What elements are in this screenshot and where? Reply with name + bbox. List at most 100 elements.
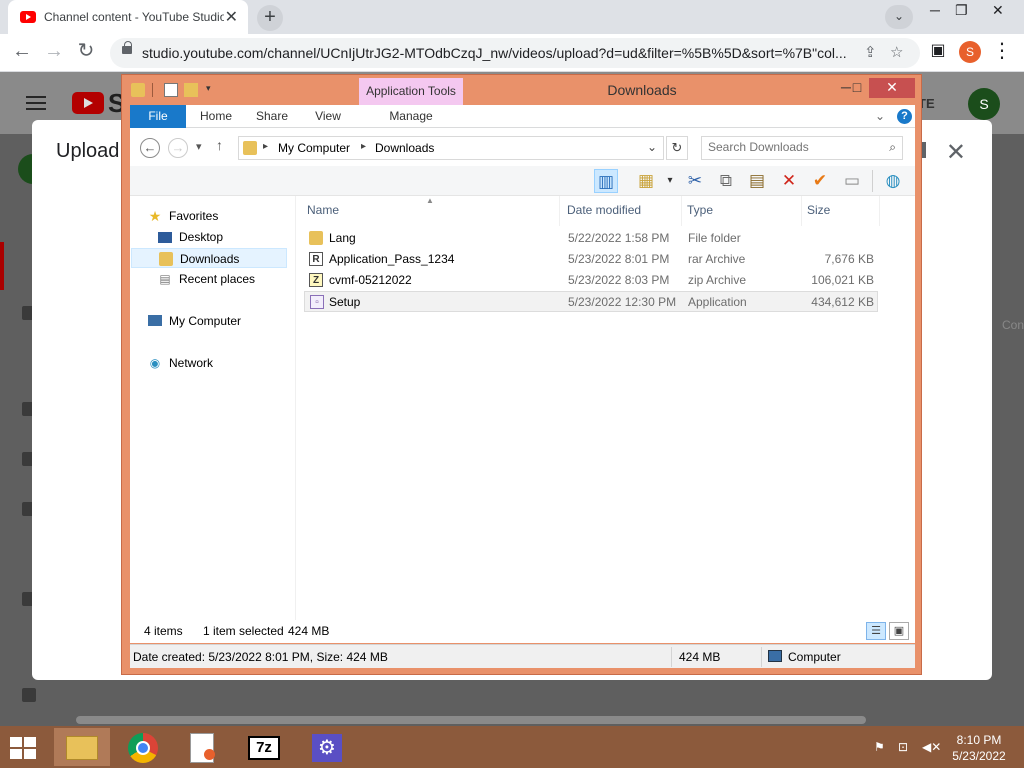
window-restore-button[interactable]: ❐ [955,2,968,19]
window-close-button[interactable]: ✕ [992,2,1004,19]
back-arrow-icon[interactable]: ← [10,40,34,64]
delete-icon[interactable]: ✕ [777,169,801,193]
profile-avatar[interactable]: S [959,41,981,63]
windows-taskbar: 7z ⚙ ⚑ ⊡ ◀✕ 8:10 PM 5/23/2022 [0,726,1024,768]
details-view-icon[interactable]: ☰ [866,622,886,640]
details-info: Date created: 5/23/2022 8:01 PM, Size: 4… [133,650,388,664]
explorer-address-bar[interactable]: ▸ My Computer ▸ Downloads ⌄ [238,136,664,160]
breadcrumb-downloads[interactable]: Downloads [375,141,434,155]
application-icon: ▫ [310,295,324,309]
explorer-folder-icon[interactable] [131,83,145,97]
selection-count: 1 item selected [203,624,284,638]
search-downloads-box[interactable]: ⌕ [701,136,903,160]
start-windows-icon[interactable] [10,737,38,759]
bookmark-star-icon[interactable]: ☆ [890,43,903,61]
side-panel-icon[interactable]: ▣ [926,40,950,64]
preview-pane-icon[interactable]: ▥ [594,169,618,193]
taskbar-document-app[interactable] [175,728,231,766]
refresh-icon[interactable]: ↻ [666,136,688,160]
explorer-back-icon[interactable]: ← [140,138,160,158]
up-arrow-icon[interactable]: ↑ [216,137,223,153]
details-size: 424 MB [679,650,721,664]
recent-locations-chevron-icon[interactable]: ▾ [196,140,202,153]
address-dropdown-chevron-icon[interactable]: ⌄ [647,140,657,154]
action-center-flag-icon[interactable]: ⚑ [874,740,885,754]
taskbar-file-explorer[interactable] [54,728,110,766]
sidebar-feedback-icon[interactable] [22,688,36,702]
expand-ribbon-chevron-icon[interactable]: ⌄ [875,109,885,123]
downloads-folder-icon [159,252,173,266]
channel-avatar[interactable]: S [968,88,1000,120]
properties-folder-icon[interactable]: ▦ [634,169,658,193]
explorer-forward-icon[interactable]: → [168,138,188,158]
paste-icon[interactable]: ▤ [745,169,769,193]
desktop-icon [158,232,172,243]
large-icons-view-icon[interactable]: ▣ [889,622,909,640]
hamburger-menu-icon[interactable] [26,96,46,98]
search-input[interactable] [708,140,873,154]
breadcrumb-chevron-icon[interactable]: ▸ [361,141,366,152]
tab-home[interactable]: Home [192,105,240,128]
column-header-date-modified[interactable]: Date modified [564,196,682,226]
tab-manage[interactable]: Manage [360,105,462,128]
rename-icon[interactable]: ▭ [840,169,864,193]
nav-network[interactable]: ◉ Network [148,353,288,373]
checkmark-icon[interactable]: ✔ [808,169,832,193]
explorer-close-button[interactable]: ✕ [869,78,915,98]
customize-toolbar-icon[interactable]: ▾ [206,83,220,97]
nav-desktop[interactable]: Desktop [158,227,288,247]
reload-icon[interactable]: ↻ [74,40,98,64]
column-header-size[interactable]: Size [804,196,880,226]
taskbar-7zip[interactable]: 7z [236,728,292,766]
file-row-application-pass[interactable]: R Application_Pass_1234 5/23/2022 8:01 P… [304,249,878,270]
nav-downloads-label: Downloads [180,252,240,266]
explorer-title-bar[interactable]: ▾ Application Tools Downloads ─ □ ✕ [122,75,921,105]
new-tab-button[interactable]: + [257,5,283,31]
tab-view[interactable]: View [306,105,350,128]
file-date: 5/23/2022 8:03 PM [568,273,670,287]
file-name: Application_Pass_1234 [329,252,455,266]
share-icon[interactable]: ⇪ [864,43,877,61]
tab-file[interactable]: File [130,105,186,128]
horizontal-scrollbar[interactable] [76,716,866,724]
file-row-cvmf[interactable]: Z cvmf-05212022 5/23/2022 8:03 PM zip Ar… [304,270,878,291]
network-tray-icon[interactable]: ⊡ [898,740,908,754]
globe-icon[interactable]: ◍ [881,169,905,193]
file-row-lang[interactable]: Lang 5/22/2022 1:58 PM File folder [304,228,878,249]
taskbar-chrome[interactable] [115,728,171,766]
file-explorer-icon [66,736,98,760]
column-header-type[interactable]: Type [684,196,802,226]
nav-downloads[interactable]: Downloads [131,248,287,268]
youtube-logo-icon[interactable] [72,92,104,114]
tab-close-icon[interactable]: ✕ [225,7,238,27]
properties-icon[interactable] [164,83,178,97]
breadcrumb-chevron-icon[interactable]: ▸ [263,141,268,152]
tab-share[interactable]: Share [248,105,296,128]
taskbar-settings-app[interactable]: ⚙ [300,728,356,766]
browser-tab[interactable]: Channel content - YouTube Studio ✕ [8,0,248,34]
system-clock[interactable]: 8:10 PM 5/23/2022 [940,732,1018,764]
file-type: Application [688,295,747,309]
nav-favorites[interactable]: ★ Favorites [148,206,288,226]
window-minimize-button[interactable]: ─ [930,2,940,18]
forward-arrow-icon[interactable]: → [42,40,66,64]
breadcrumb-my-computer[interactable]: My Computer [278,141,350,155]
star-icon: ★ [148,208,162,224]
cut-icon[interactable]: ✂ [683,169,707,193]
file-row-setup[interactable]: ▫ Setup 5/23/2022 12:30 PM Application 4… [304,291,878,312]
address-bar-url[interactable]: studio.youtube.com/channel/UCnIjUtrJG2-M… [142,45,862,61]
address-bar[interactable]: studio.youtube.com/channel/UCnIjUtrJG2-M… [110,38,920,68]
volume-muted-icon[interactable]: ◀✕ [922,740,941,754]
nav-recent-places[interactable]: ▤ Recent places [158,269,288,289]
new-folder-icon[interactable] [184,83,198,97]
kebab-menu-icon[interactable]: ⋮ [990,40,1014,64]
computer-icon [148,315,162,326]
file-type: rar Archive [688,252,746,266]
upload-dialog-close-icon[interactable]: ✕ [946,138,966,167]
properties-dropdown-icon[interactable]: ▾ [658,169,682,193]
tab-search-chevron-icon[interactable]: ⌄ [885,5,913,29]
copy-icon[interactable]: ⧉ [714,169,738,193]
search-icon[interactable]: ⌕ [889,140,896,155]
nav-my-computer[interactable]: My Computer [148,311,288,331]
help-icon[interactable]: ? [897,109,912,124]
